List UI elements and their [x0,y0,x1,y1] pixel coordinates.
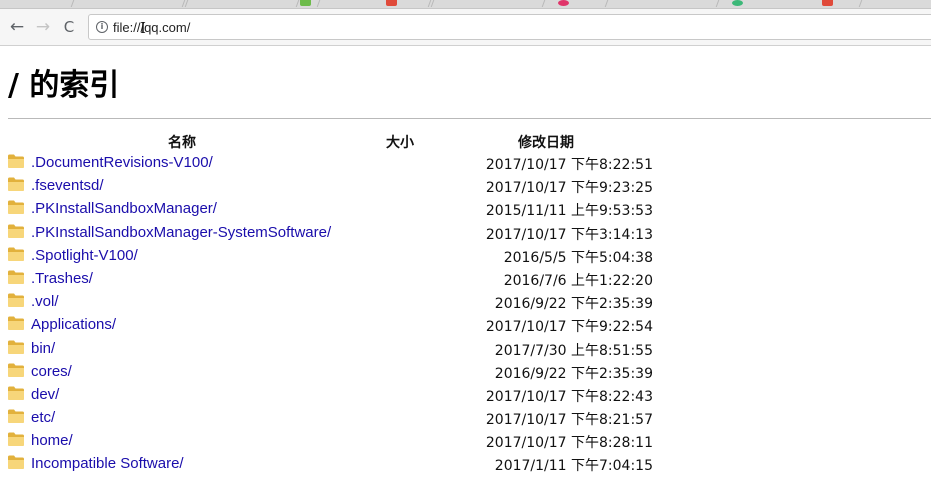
tab-favicon [822,0,833,6]
folder-icon [8,177,24,192]
table-row: .Trashes/2016/7/6 上午1:22:20 [0,268,931,291]
file-link[interactable]: Incompatible Software/ [31,455,184,472]
modified-date: 2016/9/22 下午2:35:39 [494,365,653,382]
modified-date: 2017/10/17 下午9:23:25 [485,180,653,197]
table-row: home/2017/10/17 下午8:28:11 [0,430,931,453]
folder-icon [8,340,24,354]
browser-toolbar: ← → C i file:///qq.com/ I [0,9,931,46]
tab[interactable] [316,0,432,7]
tab-favicon [386,0,397,6]
tab[interactable] [184,0,300,7]
folder-icon [8,270,24,284]
tab[interactable] [70,0,186,7]
tab[interactable] [604,0,720,7]
modified-date: 2016/7/6 上午1:22:20 [503,272,653,289]
file-link[interactable]: bin/ [31,340,55,357]
modified-date: 2016/5/5 下午5:04:38 [503,249,653,266]
folder-icon [8,409,24,424]
tab[interactable] [430,0,546,7]
file-link[interactable]: home/ [31,432,73,449]
folder-icon [8,154,24,168]
address-bar[interactable]: i file:///qq.com/ I [88,14,931,40]
table-row: .Spotlight-V100/2016/5/5 下午5:04:38 [0,245,931,268]
modified-date: 2015/11/11 上午9:53:53 [485,203,653,220]
modified-date: 2017/10/17 下午8:28:11 [485,435,653,452]
table-row: dev/2017/10/17 下午8:22:43 [0,384,931,407]
folder-icon [8,386,24,400]
folder-icon [8,363,24,377]
file-link[interactable]: dev/ [31,386,59,403]
table-row: .DocumentRevisions-V100/2017/10/17 下午8:2… [0,152,931,175]
file-link[interactable]: .Trashes/ [31,270,93,287]
file-link[interactable]: .PKInstallSandboxManager-SystemSoftware/ [31,224,331,241]
tab-favicon [300,0,311,6]
text-cursor-icon: I [140,19,146,37]
forward-arrow-icon[interactable]: → [32,16,54,38]
folder-icon [8,455,24,470]
folder-icon [8,247,24,261]
page-title: / 的索引 [8,68,120,103]
file-list: .DocumentRevisions-V100/2017/10/17 下午8:2… [0,152,931,477]
column-header-size[interactable]: 大小 [386,132,414,152]
tab-strip [0,0,931,9]
file-link[interactable]: Applications/ [31,316,116,333]
table-row: .vol/2016/9/22 下午2:35:39 [0,291,931,314]
column-header-name[interactable]: 名称 [168,132,196,152]
back-arrow-icon[interactable]: ← [6,16,28,38]
modified-date: 2017/10/17 下午8:22:51 [485,157,653,173]
modified-date: 2017/10/17 下午8:21:57 [485,412,653,429]
table-row: Incompatible Software/2017/1/11 下午7:04:1… [0,453,931,476]
modified-date: 2016/9/22 下午2:35:39 [494,296,653,313]
folder-icon [8,432,24,447]
table-row: .fseventsd/2017/10/17 下午9:23:25 [0,175,931,198]
file-link[interactable]: .vol/ [31,293,59,310]
table-row: etc/2017/10/17 下午8:21:57 [0,407,931,430]
url-text[interactable]: file:///qq.com/ [113,20,190,35]
file-link[interactable]: etc/ [31,409,55,426]
modified-date: 2017/1/11 下午7:04:15 [494,458,653,475]
divider [8,118,931,119]
file-link[interactable]: .PKInstallSandboxManager/ [31,200,217,217]
file-link[interactable]: .Spotlight-V100/ [31,247,138,264]
info-icon[interactable]: i [96,21,108,33]
column-header-modified[interactable]: 修改日期 [518,132,574,152]
file-link[interactable]: .DocumentRevisions-V100/ [31,154,213,171]
tab-favicon [558,0,569,6]
modified-date: 2017/10/17 下午8:22:43 [485,388,653,405]
modified-date: 2017/7/30 上午8:51:55 [494,342,653,359]
table-row: .PKInstallSandboxManager/2015/11/11 上午9:… [0,198,931,221]
folder-icon [8,293,24,308]
file-link[interactable]: cores/ [31,363,72,380]
table-row: bin/2017/7/30 上午8:51:55 [0,338,931,361]
modified-date: 2017/10/17 下午9:22:54 [485,319,653,336]
folder-icon [8,224,24,238]
folder-icon [8,200,24,215]
table-row: Applications/2017/10/17 下午9:22:54 [0,314,931,337]
folder-icon [8,316,24,331]
file-link[interactable]: .fseventsd/ [31,177,104,194]
table-row: .PKInstallSandboxManager-SystemSoftware/… [0,222,931,245]
tab[interactable] [858,0,931,7]
modified-date: 2017/10/17 下午3:14:13 [485,226,653,243]
reload-icon[interactable]: C [58,16,80,38]
table-row: cores/2016/9/22 下午2:35:39 [0,361,931,384]
tab-favicon [732,0,743,6]
